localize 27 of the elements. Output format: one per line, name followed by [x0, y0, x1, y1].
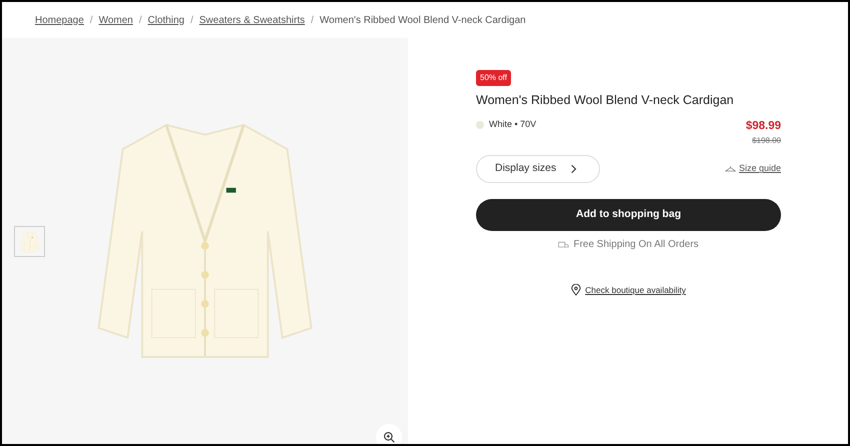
thumbnail[interactable]	[14, 226, 45, 257]
original-price: $198.00	[752, 135, 781, 147]
breadcrumb-link[interactable]: Women	[98, 12, 133, 28]
add-to-bag-button[interactable]: Add to shopping bag	[476, 199, 781, 231]
breadcrumb-separator: /	[138, 14, 142, 28]
breadcrumb-separator: /	[190, 14, 194, 28]
color-swatch-icon	[476, 120, 484, 128]
display-sizes-button[interactable]: Display sizes	[476, 155, 600, 183]
breadcrumb-separator: /	[90, 14, 93, 28]
boutique-availability-link[interactable]: Check boutique availability	[585, 284, 686, 297]
location-pin-icon	[571, 284, 582, 296]
color-label: White • 70V	[489, 118, 536, 131]
hanger-icon	[724, 165, 736, 173]
sale-price: $98.99	[746, 118, 781, 134]
discount-badge: 50% off	[476, 70, 511, 86]
breadcrumb-link[interactable]: Sweaters & Sweatshirts	[199, 12, 305, 28]
shipping-note: Free Shipping On All Orders	[573, 238, 699, 252]
breadcrumb-link[interactable]: Clothing	[148, 12, 184, 28]
size-guide-link[interactable]: Size guide	[724, 162, 781, 176]
breadcrumb-current: Women's Ribbed Wool Blend V-neck Cardigan	[320, 14, 526, 28]
breadcrumb-link[interactable]: Homepage	[35, 12, 84, 28]
truck-icon	[558, 240, 570, 248]
chevron-right-icon	[571, 164, 577, 174]
product-title: Women's Ribbed Wool Blend V-neck Cardigan	[476, 92, 735, 109]
breadcrumb-separator: /	[310, 14, 314, 28]
zoom-in-icon	[383, 431, 395, 443]
zoom-button[interactable]	[376, 424, 402, 444]
